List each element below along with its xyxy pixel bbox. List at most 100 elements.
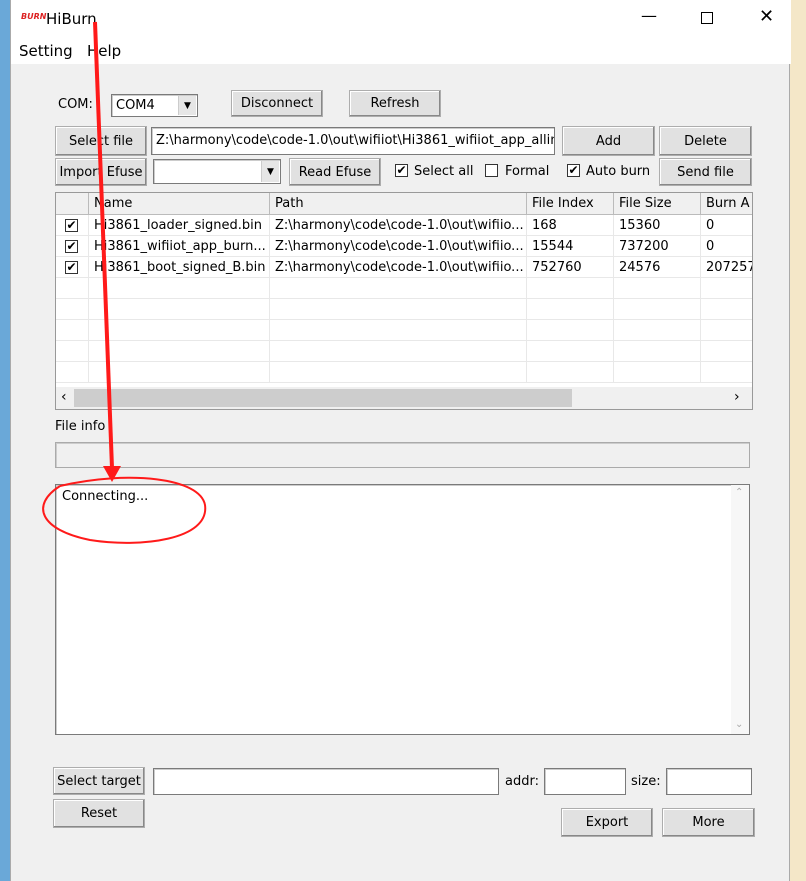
- file-info-field: [55, 442, 750, 468]
- size-input[interactable]: [666, 768, 752, 795]
- cell-burn: [701, 299, 752, 320]
- auto-burn-checkbox[interactable]: ✔: [567, 164, 580, 177]
- add-button[interactable]: Add: [562, 126, 655, 156]
- cell-index: 752760: [527, 257, 614, 278]
- column-header-file-size[interactable]: File Size: [614, 193, 701, 215]
- cell-name: Hi3861_wifiiot_app_burn...: [89, 236, 270, 257]
- file-path-input[interactable]: Z:\harmony\code\code-1.0\out\wifiiot\Hi3…: [151, 127, 555, 155]
- read-efuse-button[interactable]: Read Efuse: [289, 158, 381, 186]
- cell-path: [270, 320, 527, 341]
- cell-burn: 207257: [701, 257, 752, 278]
- send-file-button[interactable]: Send file: [659, 158, 752, 186]
- close-button[interactable]: ✕: [759, 6, 774, 27]
- delete-button[interactable]: Delete: [659, 126, 752, 156]
- size-label: size:: [631, 774, 661, 789]
- row-checkbox[interactable]: ✔: [65, 240, 78, 253]
- cell-burn: 0: [701, 215, 752, 236]
- disconnect-button[interactable]: Disconnect: [231, 90, 323, 117]
- file-table: Name Path File Index File Size Burn A ✔ H…: [55, 192, 753, 410]
- cell-size: [614, 278, 701, 299]
- cell-path: Z:\harmony\code\code-1.0\out\wifiio...: [270, 236, 527, 257]
- cell-size: [614, 341, 701, 362]
- app-logo: BURN: [21, 12, 47, 21]
- cell-index: [527, 278, 614, 299]
- formal-checkbox[interactable]: [485, 164, 498, 177]
- cell-index: 15544: [527, 236, 614, 257]
- refresh-button[interactable]: Refresh: [349, 90, 441, 117]
- row-checkbox[interactable]: ✔: [65, 261, 78, 274]
- scroll-up-icon[interactable]: ⌃: [735, 487, 743, 498]
- cell-path: [270, 341, 527, 362]
- cell-index: [527, 320, 614, 341]
- com-value: COM4: [116, 98, 155, 113]
- cell-path: [270, 362, 527, 383]
- cell-path: Z:\harmony\code\code-1.0\out\wifiio...: [270, 257, 527, 278]
- reset-button[interactable]: Reset: [53, 799, 145, 828]
- formal-label: Formal: [505, 164, 550, 179]
- cell-path: Z:\harmony\code\code-1.0\out\wifiio...: [270, 215, 527, 236]
- row-check-cell: [56, 362, 89, 383]
- cell-name: Hi3861_loader_signed.bin: [89, 215, 270, 236]
- maximize-button[interactable]: [701, 12, 713, 24]
- cell-size: 24576: [614, 257, 701, 278]
- column-header-path[interactable]: Path: [270, 193, 527, 215]
- cell-burn: [701, 362, 752, 383]
- column-header-burn-addr[interactable]: Burn A: [701, 193, 752, 215]
- scroll-down-icon[interactable]: ⌄: [735, 719, 743, 730]
- cell-burn: 0: [701, 236, 752, 257]
- log-output[interactable]: Connecting... ⌃ ⌄: [55, 484, 750, 735]
- cell-name: [89, 362, 270, 383]
- cell-size: 737200: [614, 236, 701, 257]
- cell-index: 168: [527, 215, 614, 236]
- export-button[interactable]: Export: [561, 808, 653, 837]
- scroll-left-icon[interactable]: ‹: [61, 389, 67, 405]
- cell-size: [614, 299, 701, 320]
- log-text: Connecting...: [62, 489, 149, 504]
- column-header-name[interactable]: Name: [89, 193, 270, 215]
- select-all-checkbox[interactable]: ✔: [395, 164, 408, 177]
- select-file-button[interactable]: Select file: [55, 126, 147, 156]
- column-header-file-index[interactable]: File Index: [527, 193, 614, 215]
- cell-name: [89, 341, 270, 362]
- com-select[interactable]: COM4 ▼: [111, 94, 198, 117]
- title-bar[interactable]: BURN HiBurn — ✕: [11, 0, 791, 38]
- efuse-select[interactable]: ▼: [153, 159, 281, 184]
- row-check-cell: [56, 299, 89, 320]
- cell-path: [270, 278, 527, 299]
- cell-name: [89, 278, 270, 299]
- select-target-button[interactable]: Select target: [53, 767, 145, 795]
- row-check-cell: [56, 278, 89, 299]
- row-check-cell: ✔: [56, 236, 89, 257]
- chevron-down-icon[interactable]: ▼: [178, 96, 196, 115]
- cell-name: [89, 320, 270, 341]
- row-check-cell: ✔: [56, 257, 89, 278]
- scrollbar-thumb[interactable]: [74, 389, 572, 407]
- import-efuse-button[interactable]: Import Efuse: [55, 158, 147, 186]
- scroll-right-icon[interactable]: ›: [734, 389, 740, 405]
- cell-index: [527, 362, 614, 383]
- vertical-scrollbar[interactable]: ⌃ ⌄: [731, 485, 749, 734]
- cell-path: [270, 299, 527, 320]
- chevron-down-icon[interactable]: ▼: [261, 161, 279, 182]
- file-info-label: File info: [55, 419, 106, 434]
- column-header-check[interactable]: [56, 193, 89, 215]
- horizontal-scrollbar[interactable]: ‹ ›: [56, 387, 752, 409]
- menu-help[interactable]: Help: [87, 42, 121, 60]
- cell-burn: [701, 320, 752, 341]
- hiburn-window: BURN HiBurn — ✕ Setting Help COM: COM4 ▼ …: [10, 0, 791, 881]
- menu-setting[interactable]: Setting: [19, 42, 73, 60]
- minimize-button[interactable]: —: [641, 6, 657, 25]
- cell-name: Hi3861_boot_signed_B.bin: [89, 257, 270, 278]
- addr-input[interactable]: [544, 768, 626, 795]
- more-button[interactable]: More: [662, 808, 755, 837]
- select-all-label: Select all: [414, 164, 474, 179]
- cell-size: [614, 362, 701, 383]
- auto-burn-label: Auto burn: [586, 164, 651, 179]
- target-input[interactable]: [153, 768, 499, 795]
- menu-bar: Setting Help: [11, 38, 791, 64]
- window-title: HiBurn: [46, 10, 97, 28]
- row-checkbox[interactable]: ✔: [65, 219, 78, 232]
- cell-size: 15360: [614, 215, 701, 236]
- cell-size: [614, 320, 701, 341]
- cell-burn: [701, 278, 752, 299]
